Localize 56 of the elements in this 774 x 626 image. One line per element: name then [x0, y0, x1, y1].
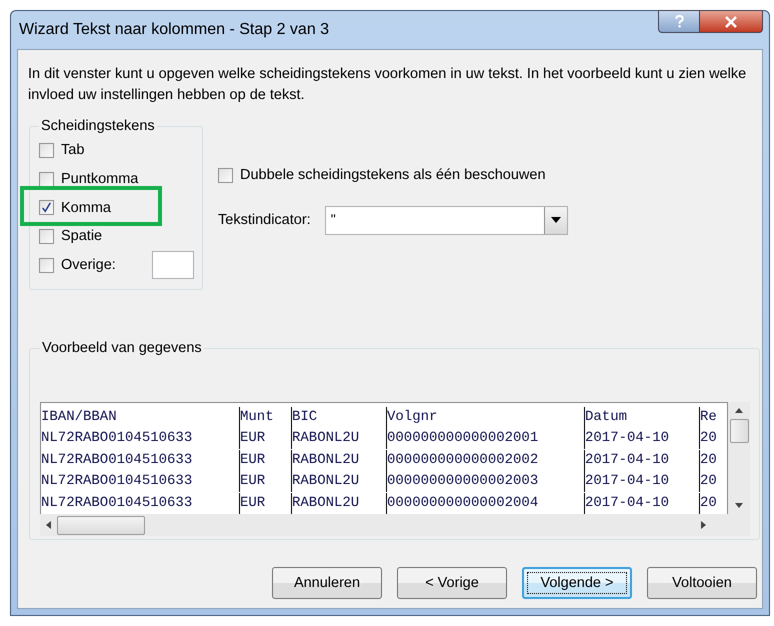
help-icon [674, 15, 684, 28]
table-cell-text: NL72RABO0104510633 [41, 450, 194, 470]
checkbox-label[interactable]: Overige: [61, 257, 116, 274]
dropdown-field[interactable]: " [324, 206, 568, 235]
window-title: Wizard Tekst naar kolommen - Stap 2 van 3 [18, 21, 330, 39]
wizard-button[interactable]: < Vorige [397, 567, 507, 599]
table-cell: EUR [239, 450, 291, 471]
checkbox[interactable] [39, 258, 54, 273]
checkbox[interactable] [39, 142, 54, 158]
checkbox[interactable] [39, 200, 54, 216]
table-cell-text: NL72RABO0104510633 [41, 472, 194, 492]
table-cell: RABONL2U [291, 471, 386, 492]
table-cell: 2017-04-10 [584, 428, 699, 450]
close-icon [724, 16, 738, 28]
group-title: Voorbeeld van gegevens [41, 340, 203, 356]
wizard-button[interactable]: Voltooien [647, 567, 757, 599]
table-cell-text: NL72RABO0104510633 [41, 494, 194, 513]
table-cell: EUR [239, 428, 291, 450]
scroll-up-arrow-icon[interactable] [735, 408, 743, 413]
checkbox[interactable] [218, 168, 233, 183]
input-field[interactable] [152, 251, 194, 280]
scroll-down-arrow-icon[interactable] [735, 503, 743, 508]
checkbox-label[interactable]: Spatie [61, 228, 102, 244]
scroll-left-arrow-icon[interactable] [46, 521, 51, 529]
table-cell: Munt [239, 407, 291, 428]
close-button[interactable] [700, 10, 763, 33]
table-cell: RABONL2U [291, 450, 386, 471]
vertical-scrollbar[interactable] [728, 402, 750, 514]
table-cell: RABONL2U [291, 428, 386, 450]
table-cell: 2017-04-10 [584, 471, 699, 492]
scroll-right-arrow-icon[interactable] [701, 521, 706, 529]
checkbox-label[interactable]: Tab [61, 142, 84, 158]
help-button[interactable] [658, 10, 700, 33]
scroll-thumb[interactable] [57, 516, 145, 534]
scroll-thumb[interactable] [730, 419, 748, 443]
description-text: In dit venster kunt u opgeven welke scheidingstekens voorkomen in uw tekst. In het voorbeeld kunt u zien welke invloed uw instellingen hebben op de tekst. [28, 65, 748, 105]
table-cell: 000000000000002002 [386, 450, 584, 471]
checkbox[interactable] [39, 172, 54, 187]
table-cell: EUR [239, 471, 291, 492]
field-label: Tekstindicator: [218, 212, 311, 228]
checkbox-label[interactable]: Komma [61, 200, 111, 216]
table-cell: BIC [291, 407, 386, 428]
wizard-button[interactable]: Annuleren [272, 567, 382, 599]
checkbox[interactable] [39, 228, 54, 244]
group-title: Scheidingstekens [40, 118, 156, 134]
table-cell: 000000000000002001 [386, 428, 584, 450]
wizard-button[interactable]: Volgende > [522, 567, 632, 599]
table-cell: 2017-04-10 [584, 450, 699, 471]
horizontal-scrollbar[interactable] [40, 514, 750, 536]
table-cell: Volgnr [386, 407, 584, 428]
table-cell-text: IBAN/BBAN [41, 408, 118, 427]
checkbox-label[interactable]: Puntkomma [61, 171, 138, 188]
table-cell-text: NL72RABO0104510633 [41, 429, 194, 448]
checkbox-label[interactable]: Dubbele scheidingstekens als één beschouwen [240, 167, 546, 184]
table-cell: Datum [584, 407, 699, 428]
table-cell: 000000000000002003 [386, 471, 584, 492]
